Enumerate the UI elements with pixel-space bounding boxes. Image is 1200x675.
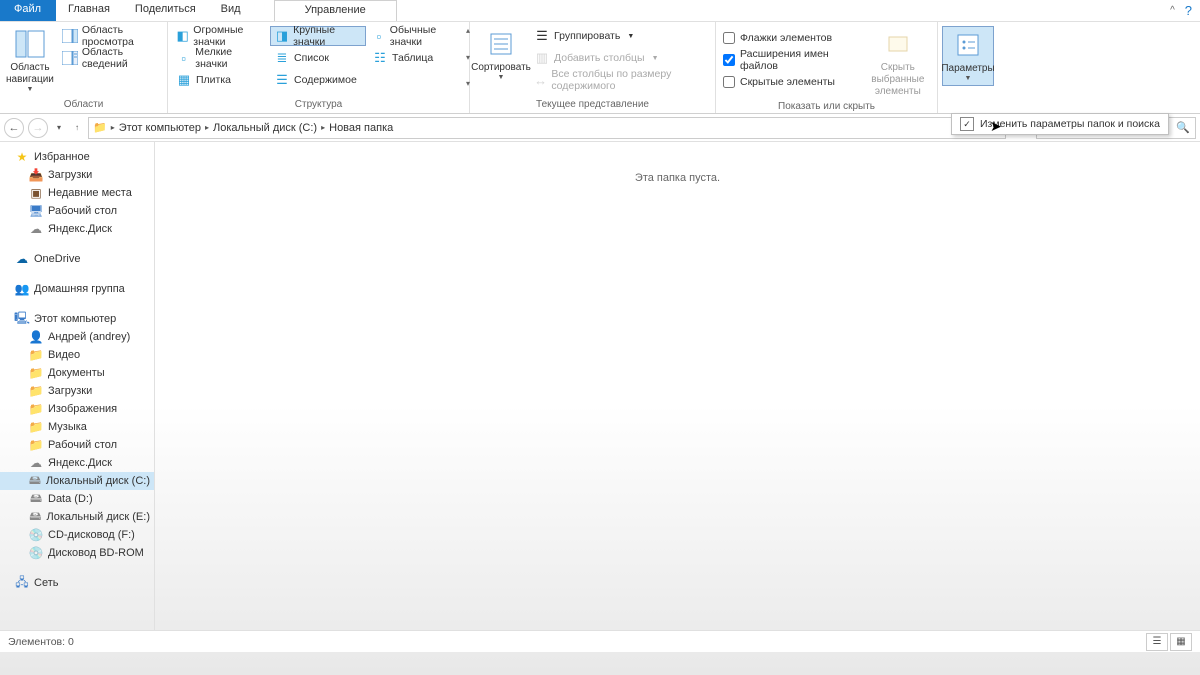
details-pane-button[interactable]: Область сведений	[58, 48, 163, 68]
tree-music[interactable]: 📁Музыка	[0, 418, 154, 436]
up-button[interactable]: ↑	[70, 123, 84, 132]
tree-downloads2[interactable]: 📁Загрузки	[0, 382, 154, 400]
tree-drive-e[interactable]: 🖴Локальный диск (E:)	[0, 508, 154, 526]
checkbox-icon: ✓	[960, 117, 974, 131]
tab-view[interactable]: Вид	[209, 0, 254, 21]
forward-button: →	[28, 118, 48, 138]
layout-tiles[interactable]: ▦Плитка	[172, 70, 268, 90]
autosize-icon: ↔	[534, 72, 547, 88]
autosize-columns-button: ↔Все столбцы по размеру содержимого	[530, 70, 711, 90]
layout-medium-icons[interactable]: ▫Обычные значки	[368, 26, 464, 46]
tree-desktop2[interactable]: 📁Рабочий стол	[0, 436, 154, 454]
tree-pictures[interactable]: 📁Изображения	[0, 400, 154, 418]
tree-downloads[interactable]: 📥Загрузки	[0, 166, 154, 184]
tree-desktop[interactable]: 🖥Рабочий стол	[0, 202, 154, 220]
options-dropdown-item[interactable]: ✓ Изменить параметры папок и поиска	[951, 113, 1169, 135]
add-columns-button: ▥Добавить столбцы▼	[530, 48, 711, 68]
tree-documents[interactable]: 📁Документы	[0, 364, 154, 382]
tab-home[interactable]: Главная	[56, 0, 123, 21]
back-button[interactable]: ←	[4, 118, 24, 138]
navigation-tree: ★Избранное 📥Загрузки ▣Недавние места 🖥Ра…	[0, 142, 155, 632]
hidden-items-toggle[interactable]: Скрытые элементы	[720, 72, 861, 92]
layout-table[interactable]: ☷Таблица	[368, 48, 464, 68]
options-icon	[952, 29, 984, 61]
ribbon-tabs: Файл Главная Поделиться Вид Управление ^…	[0, 0, 1200, 22]
view-details-toggle[interactable]: ☰	[1146, 633, 1168, 651]
layout-group-label: Структура	[172, 98, 465, 111]
tree-yandex[interactable]: ☁Яндекс.Диск	[0, 220, 154, 238]
tree-onedrive[interactable]: ☁OneDrive	[0, 250, 154, 268]
status-bar: Элементов: 0 ☰ ▦	[0, 630, 1200, 652]
tree-drive-c[interactable]: 🖴Локальный диск (C:)	[0, 472, 154, 490]
preview-pane-icon	[62, 28, 78, 44]
folder-icon: 📁	[93, 121, 107, 134]
breadcrumb-folder[interactable]: Новая папка	[329, 122, 393, 134]
empty-folder-label: Эта папка пуста.	[635, 172, 720, 632]
sort-button[interactable]: Сортировать ▼	[474, 26, 528, 84]
help-icon[interactable]: ?	[1185, 3, 1192, 18]
recent-locations-button[interactable]: ▾	[52, 123, 66, 132]
tree-drive-d[interactable]: 🖴Data (D:)	[0, 490, 154, 508]
layout-list[interactable]: ≣Список	[270, 48, 366, 68]
extensions-toggle[interactable]: Расширения имен файлов	[720, 50, 861, 70]
view-icons-toggle[interactable]: ▦	[1170, 633, 1192, 651]
preview-pane-button[interactable]: Область просмотра	[58, 26, 163, 46]
current-view-group-label: Текущее представление	[474, 98, 711, 111]
tree-favorites[interactable]: ★Избранное	[0, 148, 154, 166]
breadcrumb-this-pc[interactable]: Этот компьютер▸	[119, 122, 211, 134]
breadcrumb-drive-c[interactable]: Локальный диск (C:)▸	[213, 122, 327, 134]
tree-this-pc[interactable]: 🖳Этот компьютер	[0, 310, 154, 328]
tree-drive-f[interactable]: 💿CD-дисковод (F:)	[0, 526, 154, 544]
panes-group-label: Области	[4, 98, 163, 111]
address-bar[interactable]: 📁 ▸ Этот компьютер▸ Локальный диск (C:)▸…	[88, 117, 1006, 139]
layout-huge-icons[interactable]: ◧Огромные значки	[172, 26, 268, 46]
tree-video[interactable]: 📁Видео	[0, 346, 154, 364]
options-button[interactable]: Параметры ▼	[942, 26, 994, 86]
nav-pane-button[interactable]: Область навигации ▼	[4, 26, 56, 96]
show-hide-group-label: Показать или скрыть	[720, 100, 933, 113]
checkboxes-toggle[interactable]: Флажки элементов	[720, 28, 861, 48]
tree-homegroup[interactable]: 👥Домашняя группа	[0, 280, 154, 298]
tree-drive-bd[interactable]: 💿Дисковод BD-ROM	[0, 544, 154, 562]
tree-recent[interactable]: ▣Недавние места	[0, 184, 154, 202]
add-columns-icon: ▥	[534, 50, 550, 66]
layout-small-icons[interactable]: ▫Мелкие значки	[172, 48, 268, 68]
tab-manage[interactable]: Управление	[274, 0, 397, 21]
hide-selected-icon	[882, 28, 914, 60]
details-pane-icon	[62, 50, 78, 66]
tree-network[interactable]: 🖧Сеть	[0, 574, 154, 592]
layout-large-icons[interactable]: ◨Крупные значки	[270, 26, 366, 46]
tab-share[interactable]: Поделиться	[123, 0, 209, 21]
layout-content[interactable]: ☰Содержимое	[270, 70, 366, 90]
sort-icon	[485, 28, 517, 60]
nav-pane-icon	[14, 28, 46, 60]
tree-yandex2[interactable]: ☁Яндекс.Диск	[0, 454, 154, 472]
tab-file[interactable]: Файл	[0, 0, 56, 21]
collapse-ribbon-icon[interactable]: ^	[1170, 5, 1175, 16]
folder-content: Эта папка пуста.	[155, 142, 1200, 632]
search-icon: 🔍	[1176, 121, 1190, 134]
group-by-button[interactable]: ☰Группировать▼	[530, 26, 711, 46]
group-icon: ☰	[534, 28, 550, 44]
hide-selected-button: Скрыть выбранные элементы	[863, 26, 933, 100]
tree-andrey[interactable]: 👤Андрей (andrey)	[0, 328, 154, 346]
item-count: Элементов: 0	[8, 636, 74, 648]
ribbon: Область навигации ▼ Область просмотра Об…	[0, 22, 1200, 114]
